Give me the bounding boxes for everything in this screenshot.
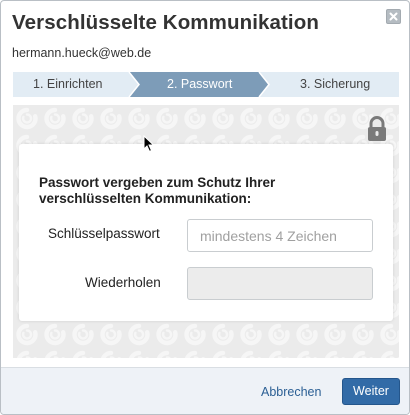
close-button[interactable]	[386, 9, 401, 24]
lock-icon	[368, 116, 386, 141]
password-label: Schlüsselpasswort	[48, 226, 160, 241]
repeat-password-input[interactable]	[187, 267, 373, 300]
dialog-title: Verschlüsselte Kommunikation	[12, 11, 319, 34]
step-2-label: 2. Passwort	[167, 77, 233, 91]
step-3-label: 3. Sicherung	[300, 77, 371, 91]
password-input[interactable]	[187, 219, 373, 252]
content-area: Passwort vergeben zum Schutz Ihrer versc…	[13, 105, 399, 358]
password-form-card: Passwort vergeben zum Schutz Ihrer versc…	[19, 144, 393, 321]
close-icon	[389, 12, 398, 21]
next-button[interactable]: Weiter	[342, 378, 400, 405]
encryption-dialog: Verschlüsselte Kommunikation hermann.hue…	[0, 0, 410, 415]
repeat-password-label: Wiederholen	[85, 275, 161, 290]
step-1-label: 1. Einrichten	[33, 77, 103, 91]
cancel-link[interactable]: Abbrechen	[261, 385, 321, 399]
form-heading: Passwort vergeben zum Schutz Ihrer versc…	[39, 175, 276, 206]
dialog-footer: Abbrechen Weiter	[1, 367, 409, 414]
mouse-cursor-icon	[143, 135, 155, 153]
account-email: hermann.hueck@web.de	[12, 46, 152, 60]
step-indicator: 1. Einrichten 2. Passwort 3. Sicherung	[13, 72, 399, 97]
